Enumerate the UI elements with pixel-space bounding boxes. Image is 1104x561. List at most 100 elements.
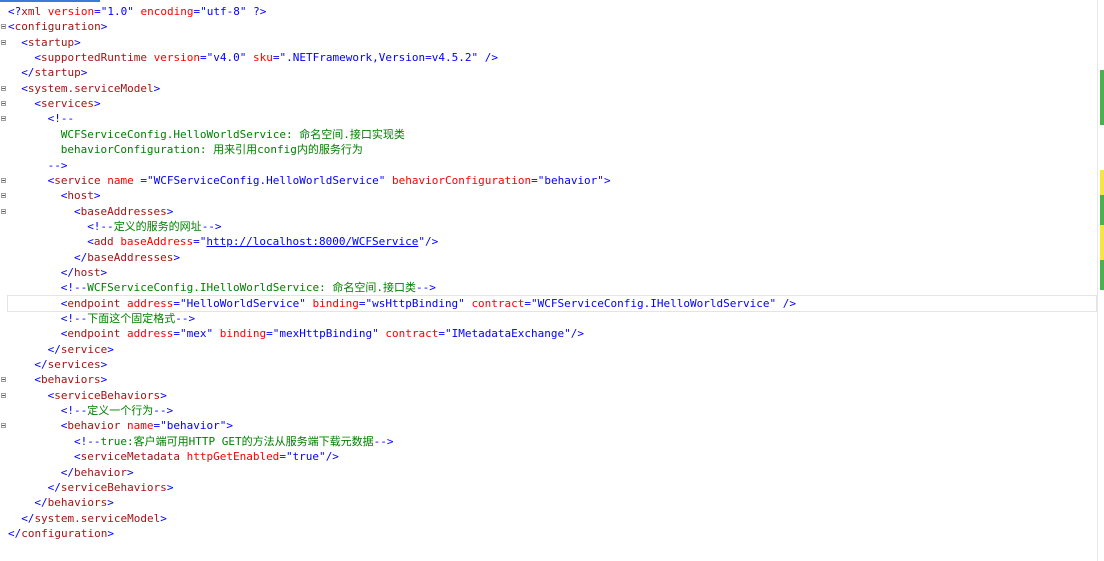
token-bracket: > (166, 204, 174, 218)
code-line[interactable]: <!--true:客户端可用HTTP GET的方法从服务端下载元数据--> (8, 434, 393, 449)
code-line[interactable]: </behaviors> (8, 495, 113, 510)
vertical-scrollbar[interactable] (1097, 0, 1104, 561)
collapse-icon[interactable] (1, 177, 6, 183)
token-bracket: ?> (253, 5, 267, 18)
code-line[interactable]: <!-- (8, 111, 75, 126)
token-com: WCFServiceConfig.HelloWorldService: 命名空间… (60, 127, 405, 141)
token-val: "HelloWorldService" (180, 296, 306, 310)
token-bracket: > (173, 250, 180, 264)
code-line[interactable]: <behaviors> (8, 372, 107, 387)
token-link[interactable]: http://localhost:8000/WCFService (206, 235, 418, 248)
code-line[interactable]: </behavior> (8, 465, 134, 480)
code-line[interactable]: <services> (8, 96, 100, 111)
token-val: "behavior" (537, 173, 604, 187)
token-com: behaviorConfiguration: 用来引用config内的服务行为 (60, 143, 363, 157)
token-bracket: > (226, 419, 234, 433)
code-line[interactable]: <serviceMetadata httpGetEnabled="true"/> (8, 449, 339, 464)
collapse-icon[interactable] (1, 85, 6, 91)
code-line[interactable]: <startup> (8, 35, 81, 50)
token-bracket: < (74, 204, 81, 218)
code-editor[interactable]: <?xml version="1.0" encoding="utf-8" ?> <… (0, 0, 1104, 561)
collapse-icon[interactable] (1, 101, 6, 107)
token-elem: behaviors (41, 373, 101, 387)
collapse-icon[interactable] (1, 392, 6, 398)
token-val: "utf-8" (200, 5, 247, 18)
token-bracket: > (160, 511, 167, 525)
code-line[interactable]: <endpoint address="HelloWorldService" bi… (7, 294, 1097, 312)
code-line[interactable]: <system.serviceModel> (8, 81, 160, 96)
token-bracket: /> (325, 450, 339, 464)
token-elem: configuration (21, 526, 108, 540)
collapse-icon[interactable] (1, 208, 6, 214)
code-line[interactable]: --> (8, 158, 68, 173)
code-line[interactable]: <?xml version="1.0" encoding="utf-8" ?> (8, 4, 266, 19)
token-elem: supportedRuntime (41, 51, 147, 65)
token-bracket: <!-- (47, 112, 75, 126)
token-elem: serviceBehaviors (60, 480, 167, 494)
token-elem: system.serviceModel (27, 81, 154, 95)
collapse-icon[interactable] (1, 377, 6, 383)
code-line[interactable]: <!--WCFServiceConfig.IHelloWorldService:… (8, 280, 436, 295)
code-line[interactable]: <!--定义一个行为--> (8, 403, 173, 418)
token-com: 下面这个固定格式 (87, 312, 176, 325)
collapse-icon[interactable] (1, 39, 6, 45)
token-val: "v4.0" (206, 51, 247, 65)
token-bracket: > (153, 81, 161, 95)
token-bracket: > (100, 373, 108, 387)
token-bracket: /> (782, 296, 796, 310)
code-line[interactable]: <supportedRuntime version="v4.0" sku=".N… (8, 50, 498, 65)
token-attr: name (127, 419, 154, 433)
code-line[interactable]: </system.serviceModel> (8, 511, 167, 526)
collapse-icon[interactable] (1, 193, 6, 199)
token-bracket: /> (424, 235, 439, 249)
token-val: "WCFServiceConfig.IHelloWorldService" (531, 296, 777, 310)
token-elem: service (54, 173, 101, 187)
token-attr: sku (252, 51, 273, 65)
code-line[interactable]: <!--下面这个固定格式--> (8, 311, 195, 326)
code-line[interactable]: </services> (8, 357, 107, 372)
code-line[interactable]: <service name ="WCFServiceConfig.HelloWo… (8, 173, 611, 188)
code-line[interactable]: <add baseAddress= "http://localhost:8000/… (8, 234, 438, 249)
code-line[interactable]: </service> (8, 342, 114, 357)
code-line[interactable]: </serviceBehaviors> (8, 480, 174, 495)
token-bracket: </ (47, 342, 61, 356)
token-bracket: --> (373, 434, 394, 448)
code-line[interactable]: behaviorConfiguration: 用来引用config内的服务行为 (8, 142, 363, 157)
token-val: ".NETFramework,Version=v4.5.2" (279, 51, 479, 65)
token-bracket: </ (21, 66, 35, 80)
token-bracket: > (166, 480, 174, 494)
token-attr: address (127, 327, 174, 341)
code-line[interactable]: <serviceBehaviors> (8, 388, 167, 403)
collapse-icon[interactable] (1, 423, 6, 429)
token-elem: configuration (14, 20, 101, 34)
code-line[interactable]: <!--定义的服务的网址--> (8, 219, 221, 234)
collapse-icon[interactable] (1, 116, 6, 122)
code-line[interactable]: <configuration> (8, 19, 107, 34)
token-com: 定义的服务的网址 (113, 219, 202, 233)
code-line[interactable]: <baseAddresses> (8, 204, 173, 219)
code-line[interactable]: <endpoint address="mex" binding="mexHttp… (8, 326, 584, 341)
token-bracket: > (107, 342, 114, 356)
token-elem: services (47, 358, 101, 372)
token-bracket: > (160, 388, 167, 402)
code-line[interactable]: <behavior name="behavior"> (8, 418, 233, 433)
token-attr: baseAddress (120, 235, 194, 249)
token-val: " (418, 235, 425, 249)
token-com: 定义一个行为 (87, 404, 154, 418)
token-elem: endpoint (67, 327, 121, 341)
code-line[interactable]: WCFServiceConfig.HelloWorldService: 命名空间… (8, 127, 405, 142)
token-elem: services (41, 97, 94, 111)
token-val: "1.0" (100, 5, 134, 18)
code-line[interactable]: <host> (8, 188, 101, 203)
change-mark-unsaved (1100, 225, 1104, 260)
change-mark-unsaved (1100, 170, 1104, 195)
code-line[interactable]: </configuration> (8, 526, 114, 541)
code-line[interactable]: </host> (8, 265, 107, 280)
change-mark-saved (1100, 195, 1104, 225)
code-line[interactable]: </startup> (8, 65, 87, 80)
token-bracket: </ (34, 358, 48, 372)
code-line[interactable]: </baseAddresses> (8, 250, 180, 265)
collapse-icon[interactable] (1, 24, 6, 30)
